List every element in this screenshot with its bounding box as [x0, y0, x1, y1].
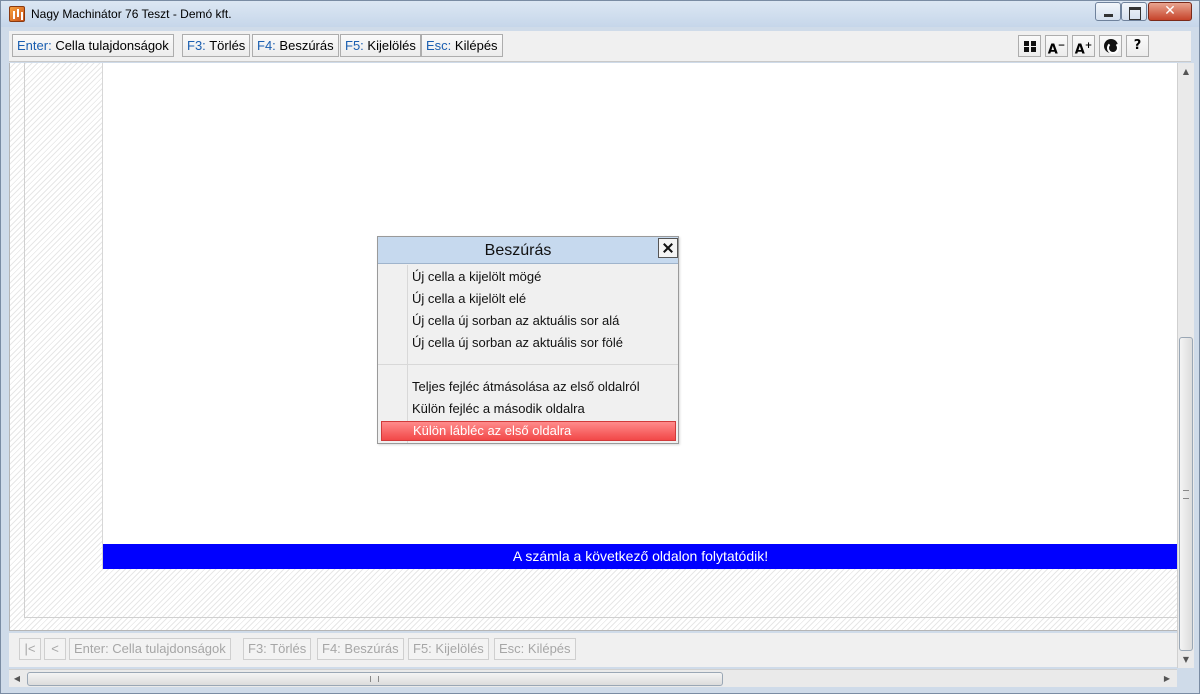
- menu-item-first-page-footer[interactable]: Külön lábléc az első oldalra: [381, 421, 676, 441]
- vertical-scrollbar[interactable]: ▲ ▼: [1177, 63, 1194, 668]
- shortcut-key: F3:: [187, 38, 206, 53]
- page-margin-line: [24, 63, 25, 618]
- grid-icon: [1024, 41, 1036, 52]
- font-increase-icon: A: [1074, 42, 1085, 58]
- cell-properties-button-disabled[interactable]: Enter: Cella tulajdonságok: [69, 638, 231, 660]
- application-window: Nagy Machinátor 76 Teszt - Demó kft. ✕ E…: [0, 0, 1200, 694]
- plus-icon: +: [1084, 41, 1093, 51]
- first-page-button[interactable]: |<: [19, 638, 41, 660]
- popup-header: Beszúrás: [378, 237, 678, 264]
- help-icon: ?: [1133, 38, 1142, 53]
- chevron-left-icon: <: [51, 641, 59, 656]
- page-bottom-line: [24, 617, 1177, 618]
- horizontal-scrollbar[interactable]: ◀ ▶: [9, 669, 1177, 687]
- scroll-down-icon[interactable]: ▼: [1178, 651, 1194, 668]
- insert-button-disabled[interactable]: F4: Beszúrás: [317, 638, 404, 660]
- button-label: Kijelölés: [367, 38, 416, 53]
- vertical-scroll-thumb[interactable]: [1179, 337, 1193, 651]
- app-icon: [9, 6, 25, 22]
- help-button[interactable]: ?: [1126, 35, 1149, 57]
- menu-separator: [378, 364, 678, 365]
- menu-item-new-row-above[interactable]: Új cella új sorban az aktuális sor fölé: [381, 333, 676, 353]
- window-title: Nagy Machinátor 76 Teszt - Demó kft.: [31, 7, 232, 21]
- font-decrease-button[interactable]: A−: [1045, 35, 1068, 57]
- minimize-button[interactable]: [1095, 2, 1121, 21]
- delete-button-disabled[interactable]: F3: Törlés: [243, 638, 312, 660]
- menu-item-new-cell-after[interactable]: Új cella a kijelölt mögé: [381, 267, 676, 287]
- maximize-button[interactable]: [1121, 2, 1147, 21]
- title-bar: Nagy Machinátor 76 Teszt - Demó kft. ✕: [1, 1, 1199, 27]
- cell-properties-button[interactable]: Enter: Cella tulajdonságok: [12, 34, 174, 57]
- bottom-toolbar: |< < Enter: Cella tulajdonságok F3: Törl…: [9, 633, 1177, 667]
- button-label: Cella tulajdonságok: [55, 38, 169, 53]
- popup-title: Beszúrás: [484, 242, 552, 259]
- button-label: Beszúrás: [279, 38, 334, 53]
- toolbar: Enter: Cella tulajdonságok F3: Törlés F4…: [9, 31, 1191, 62]
- shortcut-key: Esc:: [426, 38, 452, 53]
- button-label: Kilépés: [454, 38, 498, 53]
- select-button-disabled[interactable]: F5: Kijelölés: [408, 638, 489, 660]
- scroll-left-icon[interactable]: ◀: [9, 670, 25, 687]
- button-label: Törlés: [209, 38, 246, 53]
- menu-item-copy-header[interactable]: Teljes fejléc átmásolása az első oldalró…: [381, 377, 676, 397]
- font-increase-button[interactable]: A+: [1072, 35, 1095, 57]
- scroll-up-icon[interactable]: ▲: [1178, 63, 1194, 80]
- horizontal-scroll-thumb[interactable]: [27, 672, 723, 686]
- support-button[interactable]: [1099, 35, 1122, 57]
- insert-button[interactable]: F4: Beszúrás: [252, 34, 339, 57]
- grid-view-button[interactable]: [1018, 35, 1041, 57]
- exit-button-disabled[interactable]: Esc: Kilépés: [494, 638, 576, 660]
- shortcut-key: F5:: [345, 38, 364, 53]
- close-button[interactable]: ✕: [1148, 2, 1192, 21]
- previous-page-button[interactable]: <: [44, 638, 66, 660]
- insert-popup: Beszúrás Új cella a kijelölt mögé Új cel…: [377, 236, 679, 444]
- shortcut-key: Enter:: [17, 38, 52, 53]
- menu-item-new-cell-before[interactable]: Új cella a kijelölt elé: [381, 289, 676, 309]
- first-page-icon: |<: [24, 641, 36, 656]
- menu-item-second-page-header[interactable]: Külön fejléc a második oldalra: [381, 399, 676, 419]
- select-button[interactable]: F5: Kijelölés: [340, 34, 421, 57]
- shortcut-key: F4:: [257, 38, 276, 53]
- page-footer-band[interactable]: A számla a következő oldalon folytatódik…: [103, 544, 1177, 569]
- font-decrease-icon: A: [1047, 42, 1058, 58]
- minus-icon: −: [1057, 41, 1066, 51]
- delete-button[interactable]: F3: Törlés: [182, 34, 251, 57]
- support-icon: [1103, 39, 1119, 54]
- menu-item-new-row-below[interactable]: Új cella új sorban az aktuális sor alá: [381, 311, 676, 331]
- exit-button[interactable]: Esc: Kilépés: [421, 34, 503, 57]
- close-icon: ✕: [1164, 3, 1176, 19]
- scroll-right-icon[interactable]: ▶: [1159, 670, 1175, 687]
- popup-close-icon[interactable]: [658, 238, 678, 258]
